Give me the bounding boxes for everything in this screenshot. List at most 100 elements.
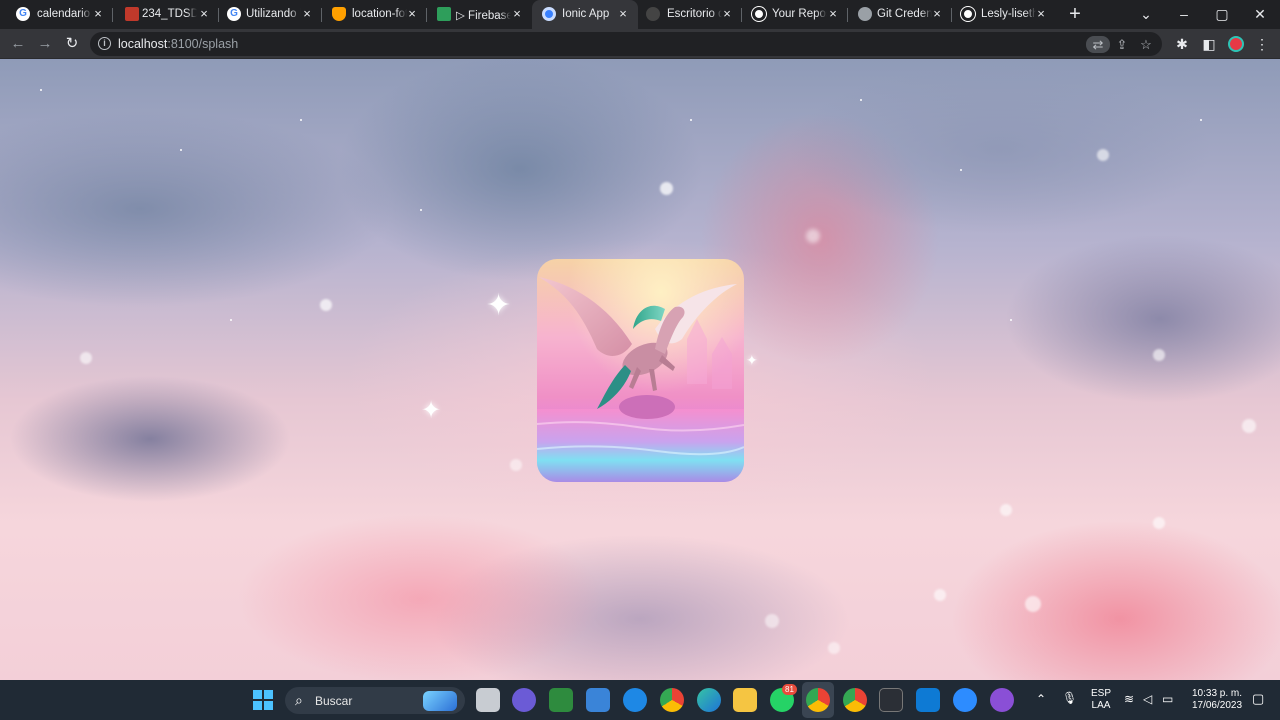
maximize-icon[interactable]: ▢	[1212, 4, 1232, 24]
edge-icon[interactable]	[697, 688, 721, 712]
microphone-icon[interactable]: 🎙	[1062, 691, 1077, 705]
tab-title: Git Credent	[877, 8, 932, 20]
tab-ionic-app[interactable]: Ionic App ×	[532, 0, 638, 29]
reload-icon[interactable]: ↻	[62, 34, 82, 54]
site-info-icon[interactable]: i	[98, 37, 111, 50]
chrome-profile-icon[interactable]	[806, 688, 830, 712]
clock[interactable]: 10:33 p. m. 17/06/2023	[1184, 688, 1250, 712]
extensions-icon[interactable]: ✱	[1172, 34, 1192, 54]
notifications-icon[interactable]: ▢	[1252, 691, 1264, 707]
firebase-icon	[332, 7, 346, 21]
forward-icon[interactable]: →	[35, 34, 55, 54]
windows-start-icon[interactable]	[252, 689, 274, 711]
close-icon[interactable]: ×	[91, 6, 105, 22]
bokeh-light	[934, 589, 946, 601]
doc-icon	[125, 7, 139, 21]
tab-title: calendario p	[37, 8, 92, 20]
chrome-profile2-icon[interactable]	[843, 688, 867, 712]
tab-title: location-fot	[352, 8, 407, 20]
chrome-icon[interactable]	[660, 688, 684, 712]
globe-icon	[858, 7, 872, 21]
share-icon[interactable]: ⇪	[1112, 36, 1132, 53]
bokeh-light	[510, 459, 522, 471]
zoom-icon[interactable]	[953, 688, 977, 712]
close-icon[interactable]: ×	[510, 6, 524, 22]
bookmark-star-icon[interactable]: ☆	[1136, 36, 1156, 53]
address-bar[interactable]: i localhost:8100/splash ⇄ ⇪ ☆	[90, 32, 1162, 56]
star-dot	[860, 99, 862, 101]
task-view-icon[interactable]	[476, 688, 500, 712]
volume-icon[interactable]: ◁	[1143, 692, 1152, 706]
close-icon[interactable]: ×	[197, 6, 211, 22]
notification-badge: 81	[782, 684, 797, 695]
github-icon	[752, 7, 766, 21]
profile-avatar[interactable]	[1226, 34, 1246, 54]
tab-strip: G calendario p × 234_TDSD5 × G Utilizand…	[0, 0, 1280, 29]
tab-title: Ionic App	[562, 8, 610, 20]
tab-escritorio[interactable]: Escritorio d ×	[638, 0, 742, 29]
close-icon[interactable]: ×	[1034, 6, 1048, 22]
tab-title: 234_TDSD5	[142, 8, 197, 20]
url-path: :8100/splash	[167, 37, 239, 51]
wifi-icon[interactable]: ≋	[1124, 692, 1134, 706]
bokeh-light	[80, 352, 92, 364]
vscode-icon[interactable]	[916, 688, 940, 712]
tab-search-icon[interactable]: ⌄	[1136, 4, 1156, 24]
bokeh-light	[1153, 517, 1165, 529]
tab-firebase[interactable]: ▷ Firebase ×	[427, 0, 532, 29]
terminal-icon[interactable]	[879, 688, 903, 712]
tab-location-fot[interactable]: location-fot ×	[322, 0, 427, 29]
code-icon	[437, 7, 451, 21]
close-icon[interactable]: ×	[720, 6, 734, 22]
tray-overflow-icon[interactable]: ⌃	[1036, 692, 1046, 706]
taskbar-search[interactable]: ⌕ Buscar	[285, 687, 465, 714]
search-icon: ⌕	[295, 692, 303, 708]
translate-icon[interactable]: ⇄	[1086, 36, 1110, 53]
side-panel-icon[interactable]: ◧	[1199, 34, 1219, 54]
star-dot	[690, 119, 692, 121]
whatsapp-icon[interactable]: 81	[770, 684, 797, 712]
sparkle-icon: ✦	[746, 352, 758, 368]
menu-kebab-icon[interactable]: ⋮	[1252, 34, 1272, 54]
windows-taskbar: ⌕ Buscar 81 ⌃ 🎙 ESP LAA ≋ ◁ ▭ 10:33 p. m…	[0, 680, 1280, 720]
tab-title: ▷ Firebase	[456, 10, 511, 22]
store-icon[interactable]	[586, 688, 610, 712]
bokeh-light	[320, 299, 332, 311]
close-icon[interactable]: ×	[300, 6, 314, 22]
widget-icon[interactable]	[549, 688, 573, 712]
star-dot	[960, 169, 962, 171]
window-close-icon[interactable]: ✕	[1250, 4, 1270, 24]
new-tab-button[interactable]: +	[1066, 4, 1084, 24]
tab-your-repos[interactable]: Your Reposi ×	[742, 0, 848, 29]
close-icon[interactable]: ×	[826, 6, 840, 22]
splash-logo-image	[537, 259, 744, 482]
bokeh-light	[1097, 149, 1109, 161]
github-desktop-icon[interactable]	[990, 688, 1014, 712]
google-icon: G	[227, 7, 241, 21]
file-explorer-icon[interactable]	[733, 688, 757, 712]
tab-git-credent[interactable]: Git Credent ×	[848, 0, 952, 29]
minimize-icon[interactable]: –	[1174, 4, 1194, 24]
bokeh-light	[660, 182, 673, 195]
chat-icon[interactable]	[512, 688, 536, 712]
battery-icon[interactable]: ▭	[1162, 692, 1173, 706]
edge-dev-icon[interactable]	[623, 688, 647, 712]
url-text[interactable]: localhost:8100/splash	[118, 37, 238, 51]
tab-234-tdsd5[interactable]: 234_TDSD5 ×	[113, 0, 219, 29]
language-indicator[interactable]: ESP LAA	[1086, 688, 1116, 712]
close-icon[interactable]: ×	[405, 6, 419, 22]
github-icon	[961, 7, 975, 21]
back-icon[interactable]: ←	[8, 34, 28, 54]
star-dot	[300, 119, 302, 121]
keyboard-layout: LAA	[1091, 700, 1111, 711]
tab-lesly-liseth[interactable]: Lesly-liseth ×	[952, 0, 1056, 29]
tab-utilizando[interactable]: G Utilizando l ×	[219, 0, 322, 29]
bokeh-light	[806, 229, 820, 243]
star-dot	[1200, 119, 1202, 121]
star-dot	[420, 209, 422, 211]
close-icon[interactable]: ×	[930, 6, 944, 22]
bokeh-light	[765, 614, 779, 628]
bokeh-light	[828, 642, 840, 654]
tab-calendario[interactable]: G calendario p ×	[0, 0, 113, 29]
close-icon[interactable]: ×	[616, 6, 630, 22]
